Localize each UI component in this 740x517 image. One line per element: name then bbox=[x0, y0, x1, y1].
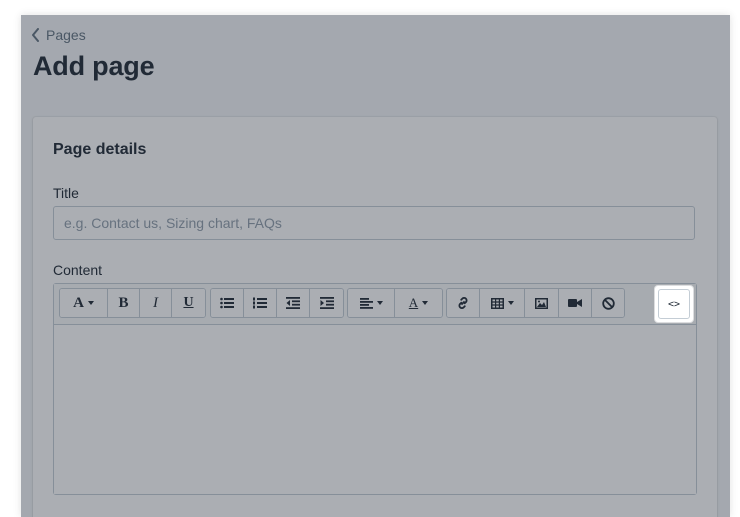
italic-button[interactable]: I bbox=[140, 289, 172, 317]
indent-icon bbox=[319, 297, 334, 309]
clear-formatting-button[interactable] bbox=[592, 289, 624, 317]
caret-down-icon bbox=[87, 301, 94, 305]
underline-icon: U bbox=[183, 295, 194, 310]
caret-down-icon bbox=[376, 301, 383, 305]
insert-group bbox=[446, 288, 625, 318]
bold-icon: B bbox=[118, 294, 129, 311]
image-icon bbox=[535, 297, 548, 309]
insert-table-button[interactable] bbox=[480, 289, 525, 317]
list-indent-group bbox=[210, 288, 344, 318]
card-title: Page details bbox=[53, 141, 147, 158]
text-style-group: A B I U bbox=[59, 288, 206, 318]
page: Pages Add page Page details Title Conten… bbox=[21, 15, 730, 517]
bold-button[interactable]: B bbox=[108, 289, 140, 317]
numbered-list-button[interactable] bbox=[244, 289, 277, 317]
editor-toolbar: A B I U A bbox=[54, 284, 696, 325]
caret-down-icon bbox=[422, 301, 429, 305]
numbered-list-icon bbox=[253, 297, 267, 309]
title-input[interactable] bbox=[53, 206, 695, 240]
breadcrumb[interactable]: Pages bbox=[31, 25, 86, 45]
bulleted-list-button[interactable] bbox=[211, 289, 244, 317]
format-text-button[interactable]: A bbox=[60, 289, 108, 317]
align-button[interactable] bbox=[348, 289, 395, 317]
link-icon bbox=[458, 297, 468, 309]
caret-down-icon bbox=[507, 301, 514, 305]
editor-content-area[interactable] bbox=[54, 325, 696, 494]
clear-formatting-icon bbox=[601, 296, 615, 310]
bulleted-list-icon bbox=[220, 297, 234, 309]
rich-text-editor: A B I U A bbox=[53, 283, 697, 495]
align-left-icon bbox=[359, 297, 373, 309]
breadcrumb-label: Pages bbox=[46, 27, 86, 43]
show-html-button-highlight: <> bbox=[658, 289, 690, 319]
page-details-card: Page details Title Content A B I bbox=[33, 117, 717, 517]
insert-link-button[interactable] bbox=[447, 289, 480, 317]
insert-image-button[interactable] bbox=[525, 289, 559, 317]
text-color-icon: A bbox=[408, 295, 419, 310]
content-label: Content bbox=[53, 262, 103, 278]
indent-button[interactable] bbox=[310, 289, 343, 317]
page-title: Add page bbox=[33, 51, 155, 81]
text-color-button[interactable]: A bbox=[395, 289, 442, 317]
video-camera-icon bbox=[568, 299, 582, 307]
italic-icon: I bbox=[153, 294, 158, 311]
title-label: Title bbox=[53, 185, 79, 201]
outdent-button[interactable] bbox=[277, 289, 310, 317]
highlighted-show-html-button[interactable]: <> bbox=[655, 286, 693, 322]
table-icon bbox=[490, 297, 504, 309]
chevron-left-icon bbox=[31, 28, 40, 42]
insert-video-button[interactable] bbox=[559, 289, 592, 317]
code-icon: <> bbox=[667, 298, 681, 310]
outdent-icon bbox=[286, 297, 300, 309]
alignment-color-group: A bbox=[347, 288, 443, 318]
underline-button[interactable]: U bbox=[172, 289, 205, 317]
format-text-icon: A bbox=[73, 294, 84, 311]
